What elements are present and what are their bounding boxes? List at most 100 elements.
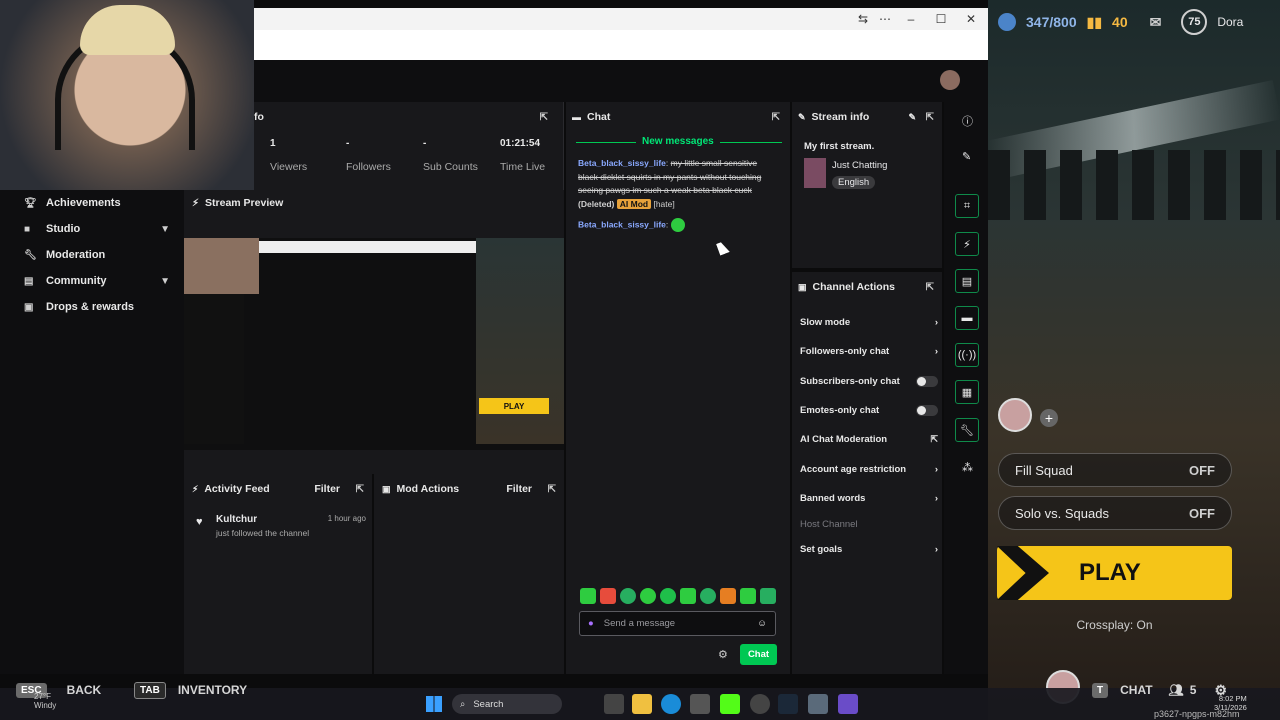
kick-icon[interactable] bbox=[720, 694, 740, 714]
chat-settings-icon[interactable]: ⚙ bbox=[718, 648, 728, 661]
toggle-switch[interactable] bbox=[916, 375, 938, 387]
emote-icon[interactable] bbox=[640, 588, 656, 604]
play-label: PLAY bbox=[1079, 559, 1141, 586]
address-bar[interactable] bbox=[254, 30, 988, 60]
lightning-icon[interactable]: ⚡︎ bbox=[955, 232, 979, 256]
action-banned-words[interactable]: Banned words › bbox=[800, 487, 938, 509]
inbox-icon[interactable]: ✉ bbox=[1150, 14, 1162, 31]
edit-icon[interactable]: ✎ bbox=[962, 150, 971, 163]
mode-solo-vs-squads[interactable]: Solo vs. Squads OFF bbox=[998, 496, 1232, 530]
sidebar-item-label: Community bbox=[46, 275, 107, 287]
wrench-icon[interactable]: 🔧︎ bbox=[955, 418, 979, 442]
store-icon[interactable] bbox=[690, 694, 710, 714]
currency-count: 347/800 bbox=[1026, 14, 1077, 30]
back-hint[interactable]: ESC BACK bbox=[16, 680, 101, 700]
action-subscribers-only[interactable]: Subscribers-only chat bbox=[800, 370, 938, 392]
app-icon[interactable] bbox=[838, 694, 858, 714]
search-icon: ⌕ bbox=[460, 698, 466, 710]
info-icon[interactable]: ⓘ bbox=[962, 113, 973, 129]
action-emotes-only[interactable]: Emotes-only chat bbox=[800, 399, 938, 421]
sidebar-item-achievements[interactable]: 🏆︎ Achievements bbox=[0, 190, 184, 216]
close-button[interactable]: ✕ bbox=[956, 8, 986, 30]
action-ai-chat-moderation[interactable]: AI Chat Moderation ⇱ bbox=[800, 428, 938, 450]
mode-fill-squad[interactable]: Fill Squad OFF bbox=[998, 453, 1232, 487]
action-label: Set goals bbox=[800, 543, 843, 555]
action-set-goals[interactable]: Set goals › bbox=[800, 538, 938, 560]
edit-icon[interactable]: ✎ bbox=[908, 112, 916, 123]
sidebar-item-moderation[interactable]: 🔧︎ Moderation bbox=[0, 242, 184, 268]
inventory-hint[interactable]: TAB INVENTORY bbox=[134, 680, 247, 700]
start-button[interactable] bbox=[426, 696, 442, 712]
chat-username[interactable]: Beta_black_sissy_life bbox=[578, 158, 666, 168]
stream-preview-video[interactable]: PLAY bbox=[184, 238, 564, 450]
popout-icon[interactable]: ⇱ bbox=[772, 112, 780, 123]
stat-label: Time Live bbox=[500, 161, 546, 173]
chat-input[interactable]: ● Send a message ☺ bbox=[579, 611, 776, 636]
weather-widget[interactable]: 27°F Windy bbox=[34, 692, 56, 710]
maximize-button[interactable]: ☐ bbox=[926, 8, 956, 30]
emote-icon[interactable] bbox=[680, 588, 696, 604]
user-avatar[interactable] bbox=[940, 70, 960, 90]
task-view-icon[interactable] bbox=[604, 694, 624, 714]
emote-icon[interactable] bbox=[580, 588, 596, 604]
emote-icon[interactable] bbox=[740, 588, 756, 604]
action-slow-mode[interactable]: Slow mode › bbox=[800, 311, 938, 333]
emote-icon[interactable] bbox=[760, 588, 776, 604]
sidebar-item-community[interactable]: ▤ Community ▼ bbox=[0, 268, 184, 294]
player-name[interactable]: Dora bbox=[1217, 15, 1243, 29]
file-explorer-icon[interactable] bbox=[632, 694, 652, 714]
emote-icon[interactable] bbox=[620, 588, 636, 604]
emote-icon[interactable] bbox=[660, 588, 676, 604]
sidebar-item-label: Achievements bbox=[46, 197, 121, 209]
popout-icon[interactable]: ⇱ bbox=[926, 282, 934, 293]
action-label: AI Chat Moderation bbox=[800, 433, 888, 445]
minimize-button[interactable]: – bbox=[896, 8, 926, 30]
chat-message[interactable]: Beta_black_sissy_life: my little small s… bbox=[578, 157, 774, 211]
mode-state: OFF bbox=[1189, 462, 1215, 478]
clip-icon[interactable]: ⌗ bbox=[955, 194, 979, 218]
sidebar-item-studio[interactable]: ■ Studio ▼ bbox=[0, 216, 184, 242]
document-icon[interactable]: ▤ bbox=[955, 269, 979, 293]
popout-icon[interactable]: ⇱ bbox=[926, 112, 934, 123]
microphone-icon[interactable]: ● bbox=[588, 618, 594, 629]
add-friend-icon[interactable]: + bbox=[1040, 409, 1058, 427]
mode-name: Solo vs. Squads bbox=[1015, 505, 1109, 521]
sidebar-item-label: Drops & rewards bbox=[46, 301, 135, 313]
taskbar-search[interactable]: ⌕ Search bbox=[452, 694, 562, 714]
popout-icon[interactable]: ⇱ bbox=[540, 112, 548, 123]
obs-icon[interactable] bbox=[750, 694, 770, 714]
action-followers-only[interactable]: Followers-only chat › bbox=[800, 340, 938, 362]
game-topbar: 347/800 ▮▮ 40 ✉ 75 Dora bbox=[988, 0, 1280, 44]
party-avatar[interactable] bbox=[998, 398, 1032, 432]
plugin-icon[interactable]: ⁂ bbox=[962, 461, 973, 474]
edge-icon[interactable] bbox=[661, 694, 681, 714]
popout-icon[interactable]: ⇱ bbox=[356, 484, 364, 495]
chevron-right-icon: › bbox=[934, 492, 938, 504]
emote-icon[interactable] bbox=[720, 588, 736, 604]
emote-icon[interactable] bbox=[700, 588, 716, 604]
chat-icon[interactable]: ▬ bbox=[955, 306, 979, 330]
webcam-feed bbox=[0, 0, 254, 190]
chat-username[interactable]: Beta_black_sissy_life bbox=[578, 219, 666, 229]
stat-sub-counts: - Sub Counts bbox=[423, 138, 499, 173]
settings-app-icon[interactable] bbox=[808, 694, 828, 714]
emote-icon[interactable] bbox=[600, 588, 616, 604]
action-account-age[interactable]: Account age restriction › bbox=[800, 458, 938, 480]
category-name[interactable]: Just Chatting bbox=[832, 160, 887, 171]
chat-message[interactable]: Beta_black_sissy_life: bbox=[578, 218, 774, 232]
emote-icon bbox=[670, 218, 685, 232]
toggle-switch[interactable] bbox=[916, 404, 938, 416]
broadcast-icon[interactable]: ((·)) bbox=[955, 343, 979, 367]
chat-hint[interactable]: T CHAT 👥︎ 5 ⚙ bbox=[1092, 680, 1227, 700]
layout-icon[interactable]: ▦ bbox=[955, 380, 979, 404]
sidebar-item-drops[interactable]: ▣ Drops & rewards bbox=[0, 294, 184, 320]
steam-icon[interactable] bbox=[778, 694, 798, 714]
ai-mod-badge: AI Mod bbox=[616, 198, 652, 209]
mod-filter-button[interactable]: Filter bbox=[506, 483, 532, 495]
play-button[interactable]: PLAY bbox=[997, 546, 1232, 600]
popout-icon[interactable]: ⇱ bbox=[548, 484, 556, 495]
chat-send-button[interactable]: Chat bbox=[740, 644, 777, 665]
emoji-icon[interactable]: ☺ bbox=[757, 618, 767, 629]
activity-filter-button[interactable]: Filter bbox=[314, 483, 340, 495]
language-tag[interactable]: English bbox=[832, 176, 876, 189]
